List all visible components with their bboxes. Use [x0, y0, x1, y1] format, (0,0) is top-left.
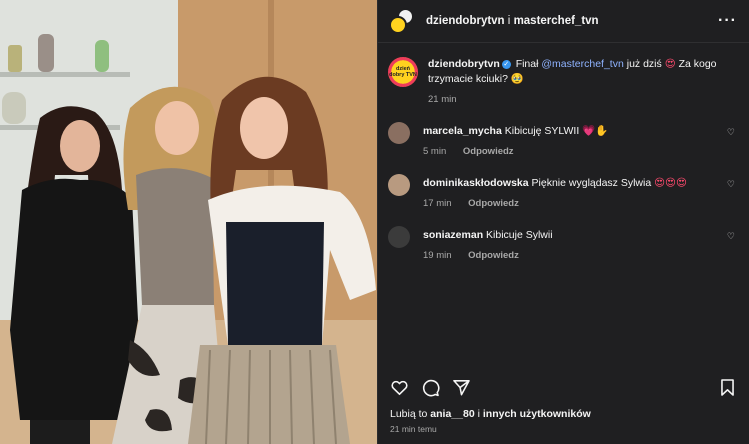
- comment-like-heart-icon[interactable]: ♡: [727, 231, 735, 242]
- post-header: dziendobrytvn i masterchef_tvn ···: [378, 0, 749, 43]
- comment-item: dominikaskłodowska Pięknie wyglądasz Syl…: [388, 174, 735, 211]
- post-authors: dziendobrytvn i masterchef_tvn: [426, 15, 718, 27]
- like-heart-icon[interactable]: [390, 378, 409, 397]
- verified-badge-icon: ✓: [501, 60, 511, 69]
- comment-avatar[interactable]: [388, 174, 410, 196]
- comment-username[interactable]: dominikaskłodowska: [423, 177, 529, 189]
- author-link-main[interactable]: dziendobrytvn: [426, 15, 505, 27]
- caption-time: 21 min: [428, 94, 457, 105]
- comment-time: 19 min: [423, 250, 452, 261]
- post-photo-illustration: [0, 0, 377, 444]
- comment-text: Kibicuje Sylwii: [486, 229, 553, 241]
- caption-text-before: Finał: [515, 58, 539, 70]
- post-side-panel: dziendobrytvn i masterchef_tvn ··· dzień…: [377, 0, 749, 444]
- author-joiner: i: [507, 15, 511, 27]
- comment-body: soniazeman Kibicuje Sylwii 19 min Odpowi…: [423, 226, 735, 263]
- instagram-post-modal: dziendobrytvn i masterchef_tvn ··· dzień…: [0, 0, 749, 444]
- more-horizontal-icon[interactable]: ···: [718, 12, 737, 30]
- likes-user-link[interactable]: ania__80: [430, 408, 474, 420]
- reply-button[interactable]: Odpowiedz: [463, 146, 514, 157]
- comment-emoji: 💗✋: [582, 125, 609, 137]
- comment-avatar[interactable]: [388, 122, 410, 144]
- comment-emoji: 😍😍😍: [654, 177, 687, 189]
- comment-meta: 5 min Odpowiedz: [423, 145, 735, 159]
- caption-mention[interactable]: @masterchef_tvn: [541, 58, 623, 70]
- caption-content: dziendobrytvn ✓ Finał @masterchef_tvn już…: [428, 57, 735, 105]
- post-actions: [390, 376, 737, 398]
- collab-avatars[interactable]: [388, 7, 416, 35]
- comment-username[interactable]: marcela_mycha: [423, 125, 502, 137]
- comment-bubble-icon[interactable]: [421, 378, 440, 397]
- comment-item: marcela_mycha Kibicuję SYLWII 💗✋ 5 min O…: [388, 122, 735, 159]
- comment-item: soniazeman Kibicuje Sylwii 19 min Odpowi…: [388, 226, 735, 263]
- comment-username[interactable]: soniazeman: [423, 229, 483, 241]
- comment-avatar[interactable]: [388, 226, 410, 248]
- comment-time: 5 min: [423, 146, 447, 157]
- caption: dzień dobry TVN dziendobrytvn ✓ Finał @ma…: [388, 57, 735, 105]
- reply-button[interactable]: Odpowiedz: [468, 250, 519, 261]
- caption-emoji-2: 🥹: [510, 73, 524, 85]
- comment-like-heart-icon[interactable]: ♡: [727, 127, 735, 138]
- comment-text: Pięknie wyglądasz Sylwia: [531, 177, 652, 189]
- likes-summary: Lubią to ania__80 i innych użytkowników: [390, 408, 591, 420]
- comments-list: dzień dobry TVN dziendobrytvn ✓ Finał @ma…: [378, 43, 749, 263]
- caption-text-after: już dziś: [626, 58, 662, 70]
- comment-time: 17 min: [423, 198, 452, 209]
- likes-others-link[interactable]: innych użytkowników: [483, 408, 591, 420]
- comment-body: dominikaskłodowska Pięknie wyglądasz Syl…: [423, 174, 735, 211]
- caption-avatar[interactable]: dzień dobry TVN: [388, 57, 418, 87]
- author-link-second[interactable]: masterchef_tvn: [514, 15, 599, 27]
- caption-username[interactable]: dziendobrytvn: [428, 58, 500, 70]
- bookmark-icon[interactable]: [718, 378, 737, 397]
- comment-text: Kibicuję SYLWII: [504, 125, 580, 137]
- comment-meta: 19 min Odpowiedz: [423, 249, 735, 263]
- post-timestamp: 21 min temu: [390, 424, 437, 434]
- likes-mid: i: [477, 408, 480, 420]
- post-photo[interactable]: [0, 0, 377, 444]
- comment-body: marcela_mycha Kibicuję SYLWII 💗✋ 5 min O…: [423, 122, 735, 159]
- avatar-dziendobrytvn[interactable]: [389, 16, 407, 34]
- reply-button[interactable]: Odpowiedz: [468, 198, 519, 209]
- comment-meta: 17 min Odpowiedz: [423, 197, 735, 211]
- caption-text: dziendobrytvn ✓ Finał @masterchef_tvn już…: [428, 57, 735, 87]
- caption-emoji-1: 😍: [664, 58, 676, 70]
- caption-avatar-text: dzień dobry TVN: [389, 66, 417, 78]
- share-send-icon[interactable]: [452, 378, 471, 397]
- comment-like-heart-icon[interactable]: ♡: [727, 179, 735, 190]
- likes-prefix: Lubią to: [390, 408, 428, 420]
